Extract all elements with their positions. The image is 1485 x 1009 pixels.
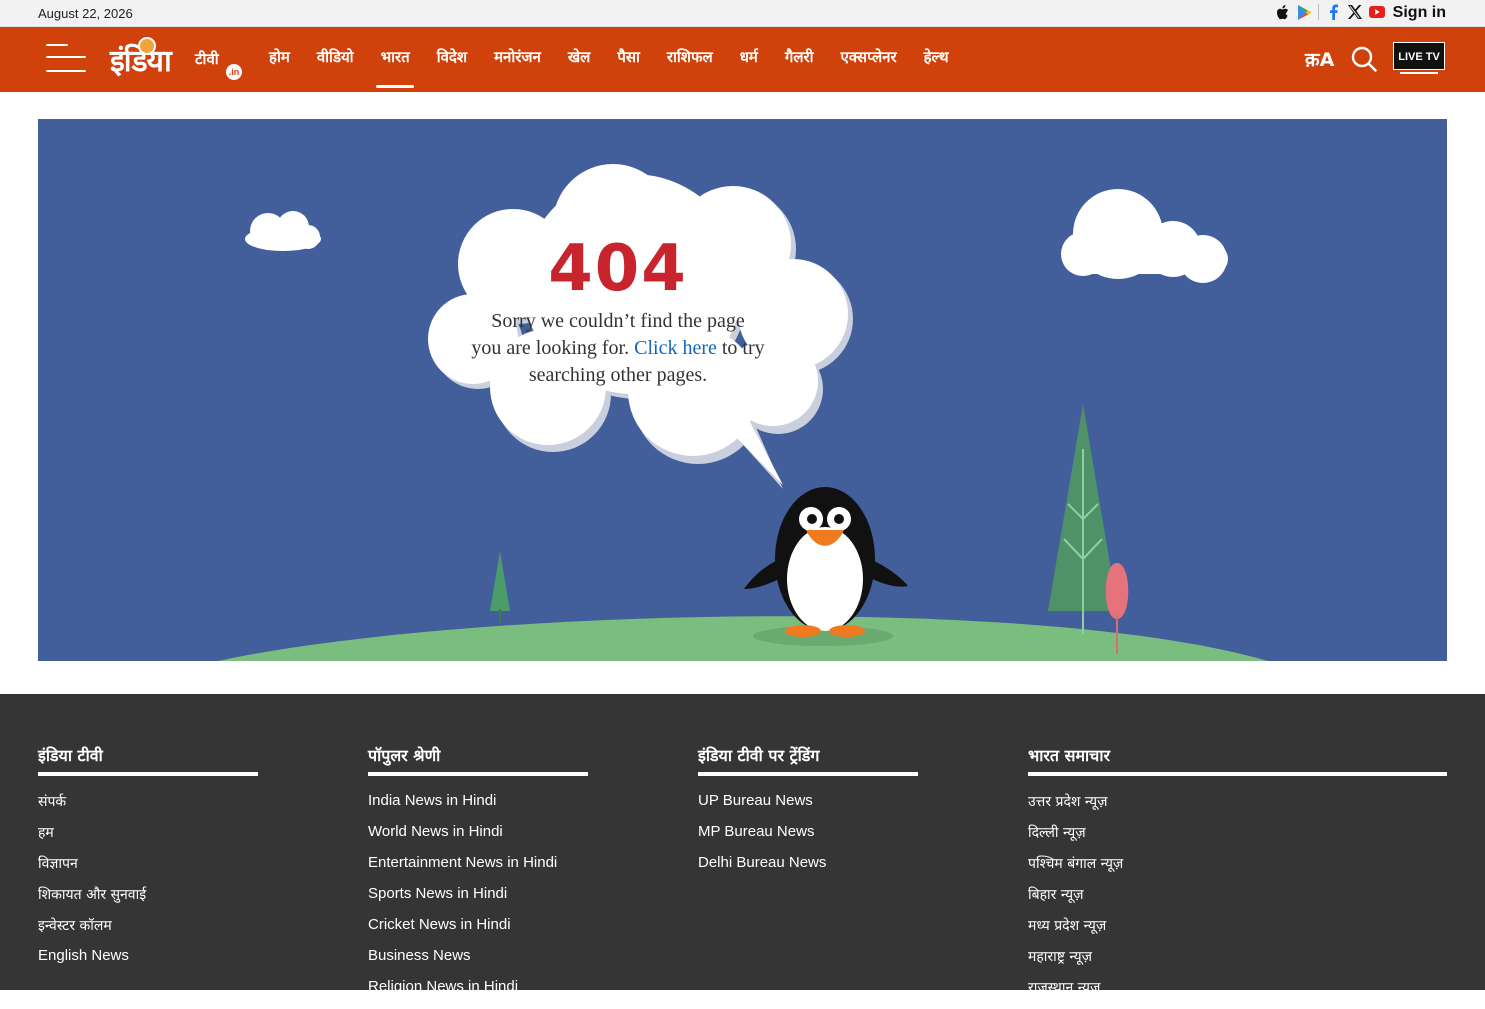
youtube-icon[interactable] (1369, 3, 1385, 21)
footer-title-underline (1028, 772, 1447, 776)
footer-link[interactable]: UP Bureau News (698, 792, 918, 823)
x-icon[interactable] (1347, 3, 1363, 21)
footer-link[interactable]: बिहार न्यूज़ (1028, 885, 1447, 916)
footer-column-title: भारत समाचार (1028, 746, 1111, 765)
click-here-link[interactable]: Click here (634, 337, 717, 359)
footer-link[interactable]: Business News (368, 947, 588, 978)
footer-link[interactable]: शिकायत और सुनवाई (38, 885, 258, 916)
error-line-2-pre: you are looking for. (471, 337, 630, 359)
site-footer: इंडिया टीवी संपर्क हम विज्ञापन शिकायत और… (0, 694, 1485, 996)
footer-column-popular: पॉपुलर श्रेणी India News in Hindi World … (368, 744, 588, 1009)
illustration-scene (218, 164, 1268, 661)
nav-item[interactable]: राशिफल (653, 27, 726, 92)
error-404-illustration: 404 Sorry we couldn’t find the page you … (38, 119, 1447, 661)
hamburger-menu-icon[interactable] (46, 42, 86, 74)
footer-link[interactable]: हम (38, 823, 258, 854)
cloud-small (245, 211, 321, 251)
nav-item[interactable]: होम (255, 27, 303, 92)
footer-link[interactable]: पश्चिम बंगाल न्यूज़ (1028, 854, 1447, 885)
main-navigation: इंडिया टीवी .in होम वीडियो भारत विदेश मनोरंज… (0, 27, 1485, 92)
nav-item[interactable]: गैलरी (771, 27, 827, 92)
footer-link[interactable]: Delhi Bureau News (698, 854, 918, 885)
current-date: August 22, 2026 (38, 6, 133, 21)
nav-item[interactable]: विदेश (423, 27, 480, 92)
nav-item[interactable]: मनोरंजन (480, 27, 554, 92)
error-message-block: 404 Sorry we couldn’t find the page you … (458, 234, 778, 389)
footer-link[interactable]: राजस्थान न्यूज़ (1028, 978, 1447, 1009)
google-play-icon[interactable] (1296, 3, 1312, 21)
footer-link[interactable]: World News in Hindi (368, 823, 588, 854)
footer-column-indiatv: इंडिया टीवी संपर्क हम विज्ञापन शिकायत और… (38, 744, 258, 978)
footer-link[interactable]: India News in Hindi (368, 792, 588, 823)
nav-item[interactable]: खेल (554, 27, 603, 92)
nav-menu: होम वीडियो भारत विदेश मनोरंजन खेल पैसा राशिफल धर… (255, 27, 962, 92)
footer-link[interactable]: Sports News in Hindi (368, 885, 588, 916)
error-code: 404 (548, 232, 688, 306)
error-line-1: Sorry we couldn’t find the page (491, 310, 745, 332)
facebook-icon[interactable] (1325, 3, 1341, 21)
site-logo[interactable]: इंडिया टीवी .in (110, 35, 245, 83)
footer-column-india-news: भारत समाचार उत्तर प्रदेश न्यूज़ दिल्ली न… (1028, 744, 1447, 1009)
footer-link[interactable]: Cricket News in Hindi (368, 916, 588, 947)
footer-column-trending: इंडिया टीवी पर ट्रेंडिंग UP Bureau News … (698, 744, 918, 885)
footer-link[interactable]: इन्वेस्टर कॉलम (38, 916, 258, 947)
footer-link[interactable]: संपर्क (38, 792, 258, 823)
footer-title-underline (38, 772, 258, 776)
logo-sub-text: टीवी (195, 50, 219, 68)
footer-column-title: पॉपुलर श्रेणी (368, 746, 441, 765)
ground (218, 616, 1268, 661)
error-line-2-post: to try (721, 337, 765, 359)
font-size-toggle[interactable]: क़A (1305, 46, 1334, 72)
app-social-icons (1274, 3, 1385, 21)
footer-link[interactable]: दिल्ली न्यूज़ (1028, 823, 1447, 854)
search-icon[interactable] (1350, 45, 1378, 73)
divider (1318, 4, 1319, 20)
footer-title-underline (698, 772, 918, 776)
logo-badge: .in (226, 64, 242, 80)
nav-item[interactable]: एक्सप्लेनर (827, 27, 910, 92)
error-line-3: searching other pages. (528, 364, 708, 386)
footer-column-title: इंडिया टीवी (38, 746, 103, 765)
footer-link[interactable]: Religion News in Hindi (368, 978, 588, 1009)
footer-link[interactable]: MP Bureau News (698, 823, 918, 854)
tree-small (490, 551, 510, 623)
nav-item[interactable]: वीडियो (303, 27, 367, 92)
apple-icon[interactable] (1274, 3, 1290, 21)
footer-link[interactable]: विज्ञापन (38, 854, 258, 885)
top-bar: August 22, 2026 Sign in (0, 0, 1485, 27)
error-message: Sorry we couldn’t find the page you are … (458, 308, 778, 389)
nav-item[interactable]: भारत (367, 27, 423, 92)
nav-item[interactable]: पैसा (603, 27, 653, 92)
nav-item[interactable]: धर्म (726, 27, 771, 92)
logo-sun-mark (138, 37, 156, 55)
footer-link[interactable]: मध्य प्रदेश न्यूज़ (1028, 916, 1447, 947)
footer-title-underline (368, 772, 588, 776)
footer-link[interactable]: महाराष्ट्र न्यूज़ (1028, 947, 1447, 978)
live-tv-button[interactable]: LIVE TV (1393, 42, 1445, 74)
footer-link[interactable]: English News (38, 947, 258, 978)
sign-in-link[interactable]: Sign in (1393, 4, 1446, 22)
cloud-large (1061, 189, 1228, 283)
footer-link[interactable]: Entertainment News in Hindi (368, 854, 588, 885)
nav-item[interactable]: हेल्थ (910, 27, 962, 92)
footer-column-title: इंडिया टीवी पर ट्रेंडिंग (698, 746, 820, 765)
footer-link[interactable]: उत्तर प्रदेश न्यूज़ (1028, 792, 1447, 823)
